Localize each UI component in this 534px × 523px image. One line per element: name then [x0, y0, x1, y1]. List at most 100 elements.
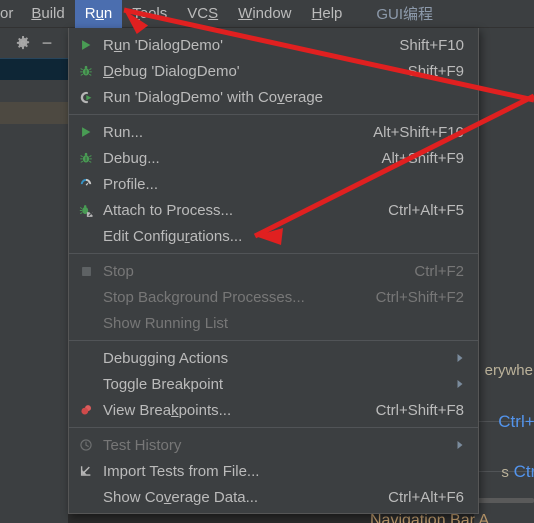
- menu-item-debug[interactable]: Debug... Alt+Shift+F9: [69, 145, 478, 171]
- none: [69, 223, 103, 249]
- menu-item-label: Import Tests from File...: [103, 462, 260, 480]
- menu-item-view-breakpoints[interactable]: View Breakpoints... Ctrl+Shift+F8: [69, 397, 478, 423]
- menu-item-label: Debug...: [103, 149, 160, 167]
- menu-item-shortcut: Ctrl+Shift+F8: [375, 401, 464, 419]
- menu-item-test-history: Test History: [69, 432, 478, 458]
- menu-item-toggle-breakpoint[interactable]: Toggle Breakpoint: [69, 371, 478, 397]
- menubar-item-window[interactable]: Window: [228, 0, 301, 28]
- menu-item-shortcut: Shift+F10: [399, 36, 464, 54]
- menu-item-label: Edit Configurations...: [103, 227, 243, 245]
- menu-item-shortcut: Alt+Shift+F10: [373, 123, 464, 141]
- menu-item-shortcut: Alt+Shift+F9: [381, 149, 464, 167]
- run-green-arrow-icon: [69, 119, 103, 145]
- menubar-item-label: Window: [238, 5, 292, 22]
- menu-item-shortcut: Ctrl+Alt+F6: [388, 488, 464, 506]
- menubar-item-tools[interactable]: Tools: [122, 0, 177, 28]
- none: [69, 484, 103, 510]
- submenu-chevron-right-icon: [450, 353, 464, 363]
- menubar-item-build[interactable]: Build: [21, 0, 74, 28]
- attach-process-icon: [69, 197, 103, 223]
- debug-bug-icon: [69, 58, 103, 84]
- menu-item-shortcut: Ctrl+Shift+F2: [375, 288, 464, 306]
- none: [69, 371, 103, 397]
- submenu-chevron-right-icon: [450, 379, 464, 389]
- menubar-item-run[interactable]: Run: [74, 0, 123, 28]
- tool-window-row[interactable]: [0, 80, 68, 102]
- menu-item-label: Run 'DialogDemo': [103, 36, 223, 54]
- menu-item-show-running-list: Show Running List: [69, 310, 478, 336]
- menubar-item-or[interactable]: or: [0, 0, 21, 28]
- menubar-item-gui[interactable]: GUI编程: [352, 0, 443, 28]
- menu-item-shortcut: Ctrl+F2: [414, 262, 464, 280]
- menu-separator: [69, 340, 478, 341]
- breakpoints-icon: [69, 397, 103, 423]
- menu-item-label: Toggle Breakpoint: [103, 375, 224, 393]
- shortcut-hint-2-key: Ctrl+: [513, 462, 534, 481]
- submenu-chevron-right-icon: [450, 440, 464, 450]
- menu-item-label: Debug 'DialogDemo': [103, 62, 240, 80]
- menu-item-run[interactable]: Run... Alt+Shift+F10: [69, 119, 478, 145]
- menu-item-import-tests-from-file[interactable]: Import Tests from File...: [69, 458, 478, 484]
- menu-item-label: Show Coverage Data...: [103, 488, 259, 506]
- gear-icon[interactable]: [16, 36, 30, 50]
- menu-item-stop: Stop Ctrl+F2: [69, 258, 478, 284]
- run-green-arrow-icon: [69, 32, 103, 58]
- menubar-item-label: Help: [311, 5, 343, 22]
- menu-item-label: Profile...: [103, 175, 159, 193]
- menu-separator: [69, 253, 478, 254]
- test-history-clock-icon: [69, 432, 103, 458]
- menubar-item-help[interactable]: Help: [302, 0, 353, 28]
- menubar-item-label: or: [0, 5, 14, 22]
- none: [69, 310, 103, 336]
- tool-window-row-highlighted[interactable]: [0, 102, 68, 124]
- menu-item-run-dialogdemo-with-coverage[interactable]: Run 'DialogDemo' with Coverage: [69, 84, 478, 110]
- menu-item-profile[interactable]: Profile...: [69, 171, 478, 197]
- shortcut-hint-2: s Ctrl+: [501, 462, 534, 482]
- menubar-item-label: Build: [31, 5, 65, 22]
- menu-item-label: Stop: [103, 262, 134, 280]
- minimize-icon[interactable]: [40, 36, 54, 50]
- run-with-coverage-icon: [69, 84, 103, 110]
- menu-bar: or Build Run Tools VCS Window Help GUI编程: [0, 0, 534, 28]
- menu-item-run-dialogdemo[interactable]: Run 'DialogDemo' Shift+F10: [69, 32, 478, 58]
- shortcut-hint-1: Ctrl+S: [498, 412, 534, 431]
- menubar-item-label: VCS: [187, 5, 219, 22]
- menu-item-debugging-actions[interactable]: Debugging Actions: [69, 345, 478, 371]
- menu-item-edit-configurations[interactable]: Edit Configurations...: [69, 223, 478, 249]
- none: [69, 345, 103, 371]
- menu-item-label: Run 'DialogDemo' with Coverage: [103, 88, 324, 106]
- menu-item-attach-to-process[interactable]: Attach to Process... Ctrl+Alt+F5: [69, 197, 478, 223]
- shortcut-hint-prefix: s: [501, 464, 509, 481]
- menu-separator: [69, 114, 478, 115]
- menu-item-label: Attach to Process...: [103, 201, 234, 219]
- menu-item-stop-background-processes: Stop Background Processes... Ctrl+Shift+F…: [69, 284, 478, 310]
- menu-item-label: Show Running List: [103, 314, 229, 332]
- import-tests-icon: [69, 458, 103, 484]
- stop-square-icon: [69, 258, 103, 284]
- menu-item-label: Run...: [103, 123, 144, 141]
- menu-item-label: Stop Background Processes...: [103, 288, 305, 306]
- menubar-item-label: GUI编程: [376, 6, 434, 23]
- menu-item-shortcut: Shift+F9: [407, 62, 464, 80]
- tool-window-row-selected[interactable]: [0, 58, 68, 80]
- search-everywhere-label: erywher: [484, 362, 534, 379]
- menu-separator: [69, 427, 478, 428]
- menubar-item-vcs[interactable]: VCS: [177, 0, 228, 28]
- menubar-item-label: Tools: [132, 5, 168, 22]
- run-menu-dropdown: Run 'DialogDemo' Shift+F10 Debug 'DialogDe…: [68, 28, 479, 514]
- tool-window-panel: [0, 28, 69, 523]
- background-popup-panel: [474, 28, 534, 523]
- menu-item-label: Test History: [103, 436, 182, 454]
- profile-gauge-icon: [69, 171, 103, 197]
- debug-bug-icon: [69, 145, 103, 171]
- menu-item-debug-dialogdemo[interactable]: Debug 'DialogDemo' Shift+F9: [69, 58, 478, 84]
- menubar-item-label: Run: [84, 5, 113, 22]
- tool-window-row[interactable]: [0, 124, 68, 146]
- none: [69, 284, 103, 310]
- menu-item-show-coverage-data[interactable]: Show Coverage Data... Ctrl+Alt+F6: [69, 484, 478, 510]
- menu-item-shortcut: Ctrl+Alt+F5: [388, 201, 464, 219]
- tool-window-header: [0, 28, 69, 58]
- screenshot-root: erywher Ctrl+S s Ctrl+ Navigation Bar A …: [0, 0, 534, 523]
- menu-item-label: View Breakpoints...: [103, 401, 232, 419]
- menu-item-label: Debugging Actions: [103, 349, 229, 367]
